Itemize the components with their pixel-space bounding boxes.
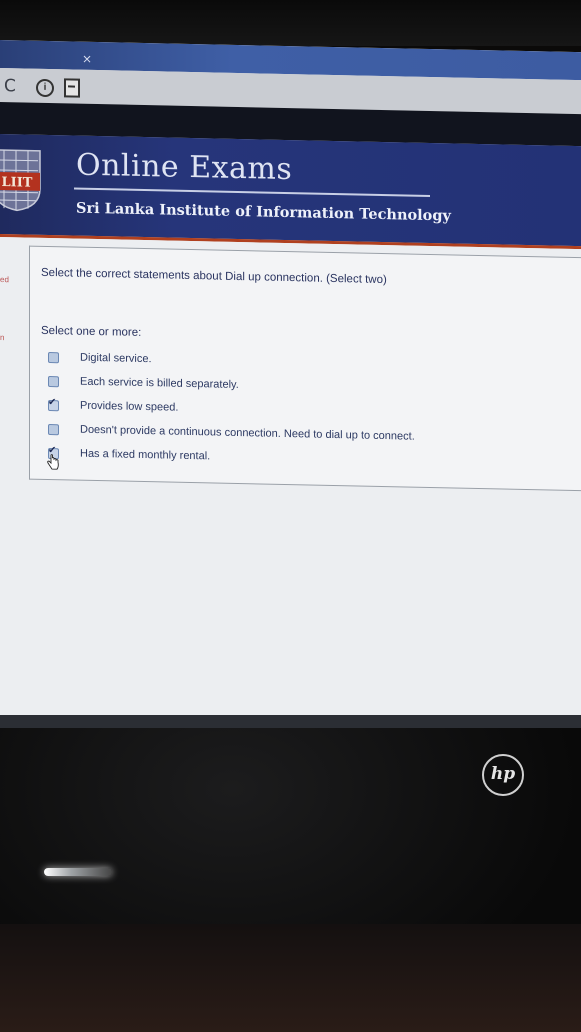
header-divider: [74, 187, 430, 198]
answer-checkbox[interactable]: [48, 423, 59, 435]
answer-checkbox[interactable]: [48, 351, 59, 363]
sidebar-fragment: n: [0, 333, 5, 343]
answer-label[interactable]: Provides low speed.: [80, 400, 178, 414]
keyboard-area: [0, 924, 581, 1032]
answer-checkbox[interactable]: [48, 375, 59, 387]
svg-text:LIIT: LIIT: [2, 175, 33, 191]
sidebar-fragment: ed: [0, 275, 9, 285]
site-subtitle: Sri Lanka Institute of Information Techn…: [76, 199, 451, 225]
hp-logo: hp: [482, 754, 524, 796]
quiz-content: ed n Select the correct statements about…: [0, 237, 581, 743]
answer-list: Digital service. Each service is billed …: [48, 345, 415, 473]
question-text: Select the correct statements about Dial…: [41, 266, 387, 287]
laptop-body: hp: [0, 728, 581, 1032]
document-icon[interactable]: [64, 78, 80, 98]
answer-prompt: Select one or more:: [41, 324, 142, 339]
answer-label[interactable]: Doesn't provide a continuous connection.…: [80, 424, 415, 443]
answer-label[interactable]: Has a fixed monthly rental.: [80, 448, 210, 463]
question-card: Select the correct statements about Dial…: [29, 245, 581, 492]
sliit-logo: LIIT: [0, 149, 41, 212]
power-indicator-light: [44, 868, 112, 876]
answer-checkbox[interactable]: [48, 399, 59, 411]
site-title: Online Exams: [76, 147, 293, 188]
reload-icon[interactable]: C: [4, 76, 16, 96]
monitor-bezel-top: [0, 0, 581, 46]
hand-cursor-icon: [47, 454, 59, 470]
site-header: LIIT Online Exams Sri Lanka Institute of…: [0, 134, 581, 250]
monitor-screen: × C i LIIT Online Exams Sri Lanka Instit…: [0, 40, 581, 743]
answer-label[interactable]: Digital service.: [80, 352, 152, 365]
answer-label[interactable]: Each service is billed separately.: [80, 376, 239, 391]
tab-close-icon[interactable]: ×: [82, 52, 92, 66]
site-info-icon[interactable]: i: [36, 78, 54, 98]
